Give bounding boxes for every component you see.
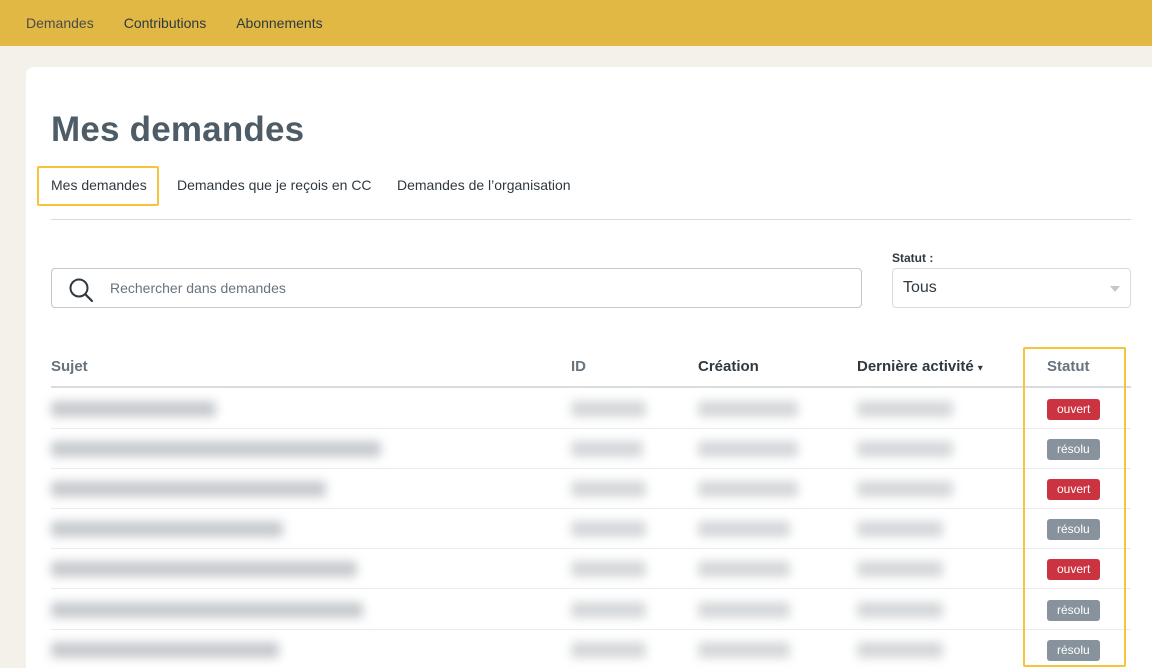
tab-demandes-organisation[interactable]: Demandes de l’organisation bbox=[397, 177, 571, 193]
redacted-id bbox=[571, 642, 646, 658]
sort-descending-icon: ▾ bbox=[977, 363, 983, 374]
status-filter-label: Statut : bbox=[892, 251, 934, 265]
chevron-down-icon bbox=[1110, 286, 1120, 292]
nav-link-demandes[interactable]: Demandes bbox=[26, 15, 94, 31]
search-icon bbox=[69, 278, 94, 303]
table-header: Sujet ID Création Dernière activité ▾ Sta… bbox=[51, 347, 1131, 388]
search-box bbox=[51, 268, 862, 308]
table-row[interactable]: résolu bbox=[51, 590, 1131, 630]
table-row[interactable]: ouvert bbox=[51, 389, 1131, 429]
nav-link-contributions[interactable]: Contributions bbox=[124, 15, 207, 31]
search-input[interactable] bbox=[110, 277, 810, 299]
redacted-last-activity bbox=[857, 401, 953, 417]
redacted-id bbox=[571, 602, 646, 618]
tab-highlight-box bbox=[37, 166, 159, 206]
redacted-last-activity bbox=[857, 441, 953, 457]
redacted-created bbox=[698, 521, 790, 537]
redacted-created bbox=[698, 602, 790, 618]
redacted-last-activity bbox=[857, 602, 943, 618]
page-title: Mes demandes bbox=[51, 110, 305, 149]
redacted-created bbox=[698, 642, 790, 658]
redacted-id bbox=[571, 561, 646, 577]
redacted-last-activity bbox=[857, 481, 953, 497]
redacted-subject bbox=[51, 441, 381, 457]
redacted-id bbox=[571, 441, 643, 457]
redacted-subject bbox=[51, 521, 283, 537]
redacted-id bbox=[571, 401, 646, 417]
redacted-last-activity bbox=[857, 642, 943, 658]
tab-list: Mes demandes Demandes que je reçois en C… bbox=[51, 177, 1131, 220]
status-column-highlight-box bbox=[1023, 347, 1126, 667]
top-nav: Demandes Contributions Abonnements bbox=[26, 15, 323, 31]
table-row[interactable]: ouvert bbox=[51, 469, 1131, 509]
redacted-created bbox=[698, 561, 790, 577]
status-filter-value: Tous bbox=[903, 279, 937, 296]
column-header-id[interactable]: ID bbox=[571, 358, 586, 375]
column-header-subject[interactable]: Sujet bbox=[51, 358, 88, 375]
redacted-created bbox=[698, 441, 798, 457]
tab-demandes-cc[interactable]: Demandes que je reçois en CC bbox=[177, 177, 372, 193]
top-bar: Demandes Contributions Abonnements bbox=[0, 0, 1152, 46]
table-row[interactable]: résolu bbox=[51, 429, 1131, 469]
column-header-created[interactable]: Création bbox=[698, 358, 759, 375]
redacted-subject bbox=[51, 561, 357, 577]
status-filter-select[interactable]: Tous bbox=[892, 268, 1131, 308]
redacted-subject bbox=[51, 401, 216, 417]
redacted-subject bbox=[51, 602, 363, 618]
column-header-last-activity[interactable]: Dernière activité ▾ bbox=[857, 358, 983, 375]
redacted-last-activity bbox=[857, 561, 943, 577]
nav-link-abonnements[interactable]: Abonnements bbox=[236, 15, 322, 31]
redacted-last-activity bbox=[857, 521, 943, 537]
redacted-subject bbox=[51, 642, 279, 658]
redacted-subject bbox=[51, 481, 326, 497]
redacted-id bbox=[571, 481, 646, 497]
column-header-last-activity-label: Dernière activité bbox=[857, 358, 974, 375]
table-row[interactable]: résolu bbox=[51, 630, 1131, 668]
redacted-created bbox=[698, 481, 798, 497]
redacted-created bbox=[698, 401, 798, 417]
table-row[interactable]: ouvert bbox=[51, 549, 1131, 589]
redacted-id bbox=[571, 521, 646, 537]
table-row[interactable]: résolu bbox=[51, 509, 1131, 549]
